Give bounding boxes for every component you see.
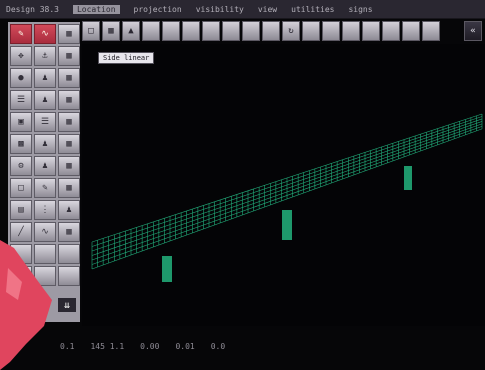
toolbar-button[interactable]	[182, 21, 200, 41]
toolbar-button[interactable]	[362, 21, 380, 41]
anchor-tool-icon[interactable]: ⚓	[34, 46, 56, 66]
marker-tool-icon[interactable]: ▲	[122, 21, 140, 41]
status-segment: 145 1.1	[90, 341, 125, 351]
box-tool-icon[interactable]: □	[10, 178, 32, 198]
move-tool-icon[interactable]: ✥	[10, 46, 32, 66]
status-segment: 0.1	[60, 341, 75, 351]
person-tool-icon[interactable]: ♟	[58, 200, 80, 220]
wave-tool-icon[interactable]: ∿	[34, 222, 56, 242]
deck-wireframe	[91, 113, 483, 270]
cad-screen: Design 38.3 Location projection visibili…	[0, 0, 485, 370]
menu-bar: Design 38.3 Location projection visibili…	[0, 0, 485, 19]
desk-object-decoration	[0, 240, 52, 370]
rotate-icon[interactable]: ↻	[282, 21, 300, 41]
grid-tool-icon[interactable]: ▦	[58, 46, 80, 66]
toolbar-button[interactable]	[242, 21, 260, 41]
list-tool-icon[interactable]: ☰	[34, 112, 56, 132]
blank-tool-button[interactable]	[58, 266, 80, 286]
grid-tool-icon[interactable]: ▦	[58, 24, 80, 44]
view-toolbar: □ ▦ ▲ ↻ «	[82, 21, 482, 43]
menu-item-app[interactable]: Design 38.3	[6, 5, 59, 14]
toolbar-button[interactable]	[422, 21, 440, 41]
grid-tool-icon[interactable]: ▦	[58, 68, 80, 88]
grid-tool-icon[interactable]: ▦	[58, 134, 80, 154]
menu-item-visibility[interactable]: visibility	[196, 5, 244, 14]
stripes-tool-icon[interactable]: ▤	[10, 200, 32, 220]
line-tool-icon[interactable]: ╱	[10, 222, 32, 242]
bridge-wireframe	[91, 113, 483, 282]
toolbar-button[interactable]	[262, 21, 280, 41]
image-tool-icon[interactable]: ▣	[10, 112, 32, 132]
toolbar-button[interactable]	[142, 21, 160, 41]
figure-tool-icon[interactable]: ♟	[34, 68, 56, 88]
status-segment: 0.01	[175, 341, 195, 351]
pen-tool-icon[interactable]: ✎	[34, 178, 56, 198]
status-segment: 0.00	[140, 341, 160, 351]
blank-tool-button[interactable]	[58, 244, 80, 264]
view-label: Side linear	[98, 52, 155, 64]
toolbar-button[interactable]	[222, 21, 240, 41]
bridge-pier	[282, 210, 292, 240]
toolbar-button[interactable]	[162, 21, 180, 41]
menu-item-view[interactable]: view	[258, 5, 277, 14]
dots-tool-icon[interactable]: ⋮	[34, 200, 56, 220]
toolbar-button[interactable]	[202, 21, 220, 41]
figure-tool-icon[interactable]: ♟	[34, 90, 56, 110]
figure-tool-icon[interactable]: ♟	[34, 156, 56, 176]
double-chevron-down-icon[interactable]: ⇊	[58, 298, 76, 312]
grid-tool-icon[interactable]: ▦	[58, 178, 80, 198]
bridge-pier	[162, 256, 172, 282]
double-chevron-left-icon[interactable]: «	[464, 21, 482, 41]
curve-tool-icon[interactable]: ∿	[34, 24, 56, 44]
toolbar-button[interactable]	[302, 21, 320, 41]
grid-tool-icon[interactable]: ▦	[58, 90, 80, 110]
draw-tool-icon[interactable]: ✎	[10, 24, 32, 44]
status-segment: 0.0	[210, 341, 226, 351]
bridge-pier	[404, 166, 412, 190]
grid-tool-icon[interactable]: ▦	[58, 222, 80, 242]
stack-tool-icon[interactable]: ☰	[10, 90, 32, 110]
status-bar: 0.1 145 1.1 0.00 0.01 0.0	[60, 336, 485, 356]
menu-item-location[interactable]: Location	[72, 4, 120, 14]
select-tool-icon[interactable]: □	[82, 21, 100, 41]
menu-item-projection[interactable]: projection	[134, 5, 182, 14]
toolbar-button[interactable]	[322, 21, 340, 41]
grid-tool-icon[interactable]: ▦	[58, 112, 80, 132]
menu-item-signs[interactable]: signs	[348, 5, 372, 14]
grid-tool-icon[interactable]: ▦	[58, 156, 80, 176]
gear-icon[interactable]: ⚙	[10, 156, 32, 176]
figure-tool-icon[interactable]: ♟	[34, 134, 56, 154]
menu-item-utilities[interactable]: utilities	[291, 5, 334, 14]
3d-viewport[interactable]	[82, 44, 485, 326]
copy-tool-icon[interactable]: ▦	[102, 21, 120, 41]
toolbar-button[interactable]	[382, 21, 400, 41]
toolbar-button[interactable]	[342, 21, 360, 41]
toolbar-button[interactable]	[402, 21, 420, 41]
sphere-tool-icon[interactable]: ●	[10, 68, 32, 88]
frame-tool-icon[interactable]: ▩	[10, 134, 32, 154]
